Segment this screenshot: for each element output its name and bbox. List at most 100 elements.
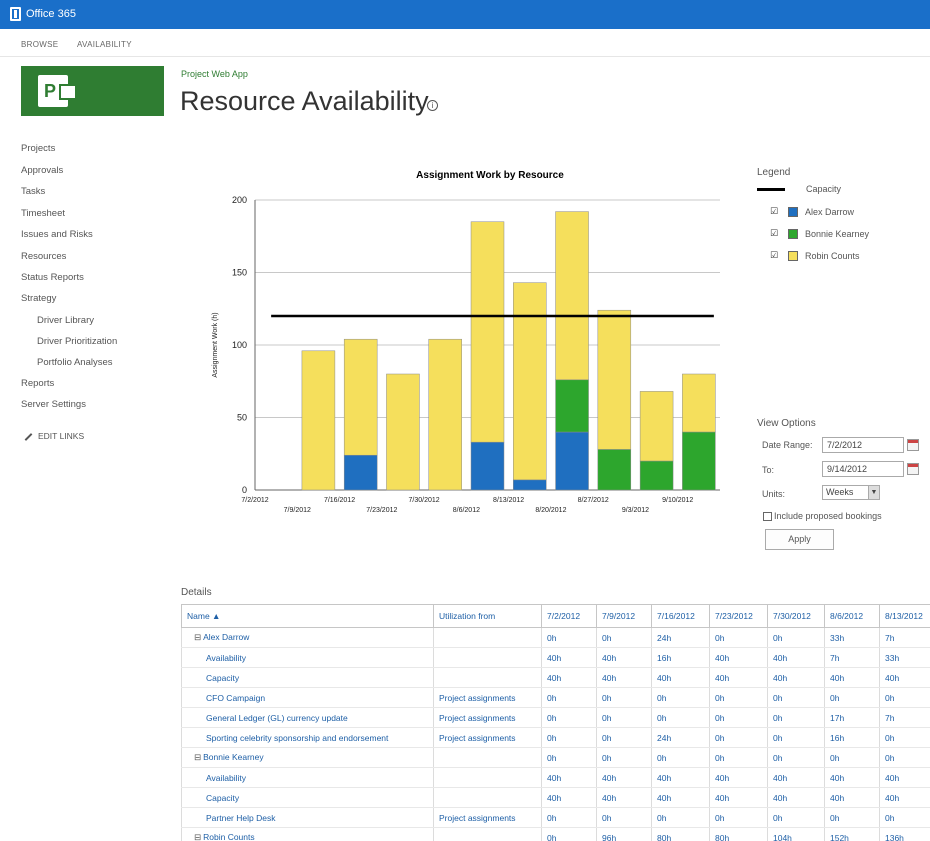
name-cell[interactable]: Capacity — [181, 667, 434, 688]
legend-swatch — [788, 229, 798, 239]
include-proposed-checkbox[interactable] — [763, 512, 772, 521]
name-cell[interactable]: ⊟ Alex Darrow — [181, 627, 434, 648]
value-cell: 0h — [879, 807, 930, 828]
x-tick-label: 9/10/2012 — [662, 497, 693, 504]
name-cell[interactable]: Capacity — [181, 787, 434, 808]
value-cell: 40h — [767, 767, 825, 788]
row-name[interactable]: Capacity — [206, 673, 239, 683]
nav-item-driver-prioritization[interactable]: Driver Prioritization — [37, 336, 117, 347]
calendar-icon[interactable] — [907, 439, 919, 451]
column-header-week[interactable]: 7/9/2012 — [596, 604, 652, 628]
table-row[interactable]: Partner Help Desk Project assignments 0h 0h… — [181, 807, 930, 828]
nav-item-status-reports[interactable]: Status Reports — [21, 272, 84, 283]
bar-bonnie-kearney — [682, 431, 716, 491]
name-cell[interactable]: General Ledger (GL) currency update — [181, 707, 434, 728]
table-row[interactable]: General Ledger (GL) currency update Proje… — [181, 707, 930, 728]
row-name[interactable]: Alex Darrow — [203, 632, 249, 642]
edit-links-link[interactable]: EDIT LINKS — [24, 431, 84, 441]
tab-browse[interactable]: BROWSE — [21, 40, 58, 49]
value-cell: 17h — [824, 707, 880, 728]
column-header-week[interactable]: 7/2/2012 — [541, 604, 597, 628]
nav-item-timesheet[interactable]: Timesheet — [21, 208, 65, 219]
table-row[interactable]: Capacity 40h 40h 40h 40h 40h 40h 40h — [181, 667, 930, 688]
column-header-week[interactable]: 7/30/2012 — [767, 604, 825, 628]
row-name[interactable]: Availability — [206, 773, 246, 783]
table-row[interactable]: Sporting celebrity sponsorship and endor… — [181, 727, 930, 748]
tab-availability[interactable]: AVAILABILITY — [77, 40, 132, 49]
nav-item-strategy[interactable]: Strategy — [21, 293, 56, 304]
office-logo-icon[interactable] — [10, 7, 21, 21]
suite-bar: Office 365 — [0, 0, 930, 29]
value-cell: 0h — [651, 707, 710, 728]
row-name[interactable]: Availability — [206, 653, 246, 663]
value-cell: 24h — [651, 627, 710, 648]
row-name[interactable]: CFO Campaign — [206, 693, 265, 703]
column-header-week[interactable]: 8/13/2012 — [879, 604, 930, 628]
name-cell[interactable]: Partner Help Desk — [181, 807, 434, 828]
bar-bonnie-kearney — [639, 460, 674, 491]
table-row[interactable]: Availability 40h 40h 16h 40h 40h 7h 33h — [181, 647, 930, 668]
nav-item-issues-and-risks[interactable]: Issues and Risks — [21, 229, 93, 240]
row-name[interactable]: Partner Help Desk — [206, 813, 275, 823]
name-cell[interactable]: Availability — [181, 767, 434, 788]
value-cell: 0h — [541, 627, 597, 648]
row-name[interactable]: Robin Counts — [203, 832, 255, 841]
row-name[interactable]: Capacity — [206, 793, 239, 803]
collapse-icon[interactable]: ⊟ — [194, 832, 201, 841]
info-icon[interactable]: i — [427, 100, 438, 111]
legend-checkbox[interactable]: ☑ — [770, 207, 779, 216]
date-range-input[interactable]: 7/2/2012 — [822, 437, 904, 453]
nav-item-approvals[interactable]: Approvals — [21, 165, 63, 176]
table-row[interactable]: Capacity 40h 40h 40h 40h 40h 40h 40h — [181, 787, 930, 808]
name-cell[interactable]: Sporting celebrity sponsorship and endor… — [181, 727, 434, 748]
nav-item-reports[interactable]: Reports — [21, 378, 54, 389]
column-header-week[interactable]: 7/16/2012 — [651, 604, 710, 628]
value-cell: 0h — [541, 707, 597, 728]
name-cell[interactable]: Availability — [181, 647, 434, 668]
project-logo[interactable]: P — [21, 66, 164, 116]
calendar-icon[interactable] — [907, 463, 919, 475]
name-cell[interactable]: ⊟ Robin Counts — [181, 827, 434, 841]
row-name[interactable]: Bonnie Kearney — [203, 752, 264, 762]
table-group-row[interactable]: ⊟ Bonnie Kearney 0h 0h 0h 0h 0h 0h 0h — [181, 747, 930, 768]
name-cell[interactable]: CFO Campaign — [181, 687, 434, 708]
legend-checkbox[interactable]: ☑ — [770, 229, 779, 238]
legend-checkbox[interactable]: ☑ — [770, 251, 779, 260]
row-name[interactable]: General Ledger (GL) currency update — [206, 713, 348, 723]
nav-item-driver-library[interactable]: Driver Library — [37, 315, 94, 326]
column-header-name[interactable]: Name ▲ — [181, 604, 434, 628]
row-name[interactable]: Sporting celebrity sponsorship and endor… — [206, 733, 388, 743]
collapse-icon[interactable]: ⊟ — [194, 632, 201, 642]
nav-item-resources[interactable]: Resources — [21, 251, 66, 262]
nav-item-server-settings[interactable]: Server Settings — [21, 399, 86, 410]
suite-name[interactable]: Office 365 — [26, 8, 76, 20]
column-header-week[interactable]: 7/23/2012 — [709, 604, 768, 628]
nav-item-tasks[interactable]: Tasks — [21, 186, 45, 197]
column-header-week[interactable]: 8/6/2012 — [824, 604, 880, 628]
collapse-icon[interactable]: ⊟ — [194, 752, 201, 762]
value-cell: 0h — [767, 747, 825, 768]
breadcrumb[interactable]: Project Web App — [181, 69, 248, 79]
nav-item-portfolio-analyses[interactable]: Portfolio Analyses — [37, 357, 113, 368]
legend-label: Robin Counts — [805, 251, 860, 261]
chart-svg: Assignment Work by Resource 0 50 100 150 200 A… — [180, 160, 740, 530]
bar-bonnie-kearney — [555, 379, 589, 433]
table-group-row[interactable]: ⊟ Robin Counts 0h 96h 80h 80h 104h 152h 136h — [181, 827, 930, 841]
name-cell[interactable]: ⊟ Bonnie Kearney — [181, 747, 434, 768]
table-group-row[interactable]: ⊟ Alex Darrow 0h 0h 24h 0h 0h 33h 7h — [181, 627, 930, 648]
column-header-utilization[interactable]: Utilization from — [433, 604, 542, 628]
value-cell: 0h — [541, 747, 597, 768]
table-row[interactable]: Availability 40h 40h 40h 40h 40h 40h 40h — [181, 767, 930, 788]
to-date-input[interactable]: 9/14/2012 — [822, 461, 904, 477]
value-cell: 0h — [651, 747, 710, 768]
nav-item-projects[interactable]: Projects — [21, 143, 55, 154]
units-select[interactable]: Weeks ▼ — [822, 485, 880, 500]
apply-button[interactable]: Apply — [765, 529, 834, 550]
table-row[interactable]: CFO Campaign Project assignments 0h 0h 0h 0h 0… — [181, 687, 930, 708]
dropdown-arrow-icon: ▼ — [868, 486, 879, 499]
chart-title: Assignment Work by Resource — [416, 170, 564, 181]
utilization-cell — [433, 787, 542, 808]
value-cell: 0h — [709, 807, 768, 828]
value-cell: 0h — [541, 827, 597, 841]
y-tick-label: 0 — [242, 485, 247, 495]
